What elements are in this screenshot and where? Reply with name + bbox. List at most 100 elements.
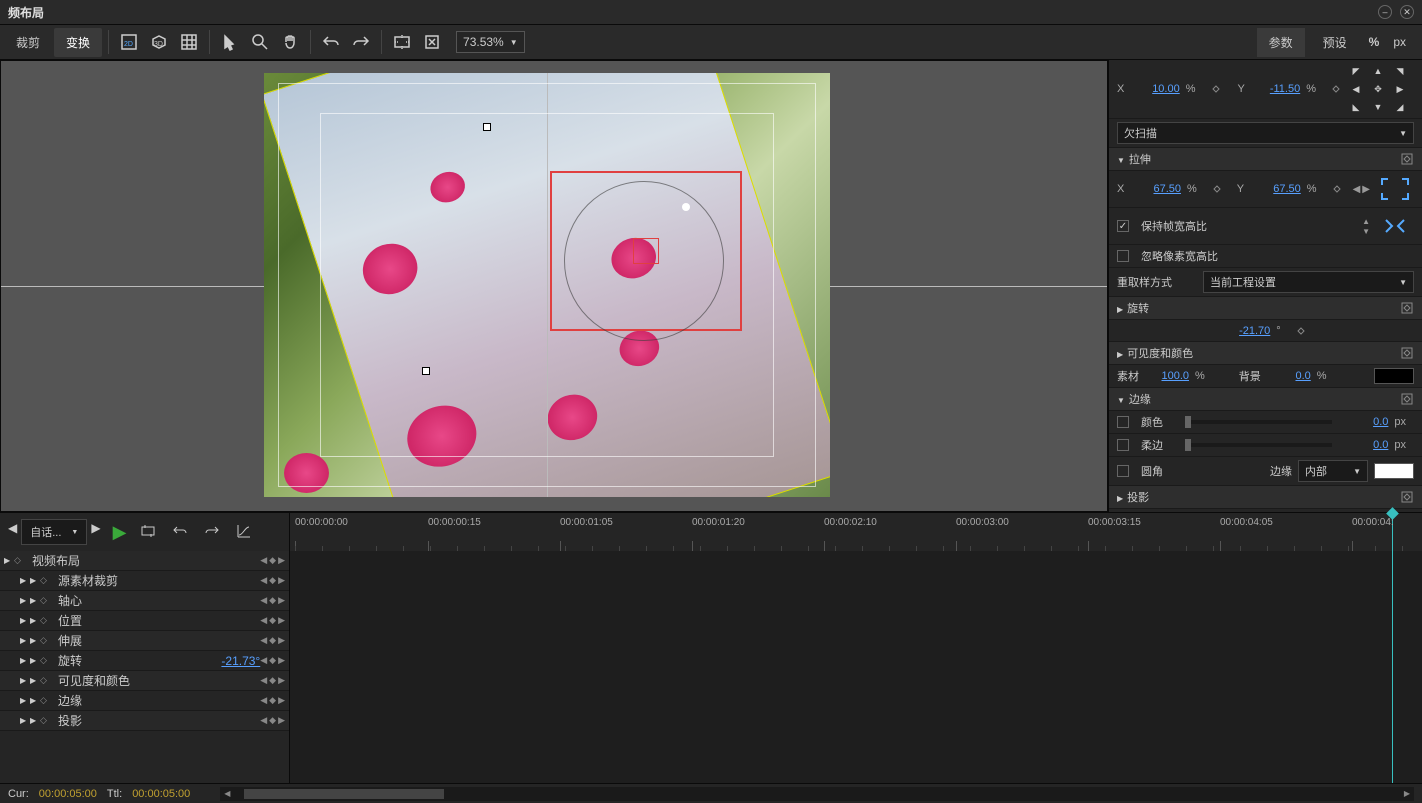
keyframe-icon[interactable]: ◇ [40, 655, 54, 666]
bg-color-swatch[interactable] [1374, 368, 1414, 384]
track-value[interactable]: -21.73° [221, 654, 260, 668]
canvas-viewport[interactable] [0, 60, 1108, 512]
next-key[interactable]: ▶ [278, 575, 285, 586]
edge-color-slider[interactable] [1185, 420, 1332, 424]
nudge-up[interactable]: ▲ [1368, 63, 1388, 79]
safe-zone-button[interactable] [388, 28, 416, 56]
track-row[interactable]: ▶▶◇旋转-21.73°◀◆▶ [0, 651, 289, 671]
y-input[interactable]: -11.50 [1256, 83, 1300, 95]
expand-toggle[interactable]: ▶ [20, 656, 30, 665]
track-row[interactable]: ▶◇视频布局◀◆▶ [0, 551, 289, 571]
stretch-x-input[interactable]: 67.50 [1137, 183, 1181, 195]
keyframe-toggle[interactable] [1400, 346, 1414, 360]
handle[interactable] [483, 123, 491, 131]
expand-toggle[interactable]: ▶ [20, 616, 30, 625]
undo-button[interactable] [317, 28, 345, 56]
tab-params[interactable]: 参数 [1257, 28, 1305, 57]
nudge-left[interactable]: ◀ [1346, 81, 1366, 97]
expand-toggle-2[interactable]: ▶ [30, 636, 40, 645]
canvas[interactable] [264, 73, 830, 497]
mask-button[interactable] [418, 28, 446, 56]
scroll-right[interactable]: ▶ [1400, 789, 1414, 798]
resample-select[interactable]: 当前工程设置▼ [1203, 271, 1414, 293]
keyframe-toggle[interactable] [1400, 152, 1414, 166]
kf-icon[interactable] [1213, 185, 1221, 193]
expand-toggle[interactable]: ▶ [20, 596, 30, 605]
preset-select[interactable]: 自话...▼ [21, 519, 87, 545]
opacity-input[interactable]: 100.0 [1145, 370, 1189, 382]
nudge-center[interactable]: ✥ [1368, 81, 1388, 97]
scan-select[interactable]: 欠扫描▼ [1117, 122, 1414, 144]
keyframe-toggle[interactable] [1400, 490, 1414, 504]
edge-soft-input[interactable]: 0.0 [1344, 439, 1388, 451]
unit-px[interactable]: px [1389, 35, 1410, 49]
redo-tl-button[interactable] [198, 523, 226, 542]
curve-button[interactable] [230, 523, 258, 542]
next-key[interactable]: ▶ [278, 715, 285, 726]
minimize-button[interactable]: – [1378, 5, 1392, 19]
add-key[interactable]: ◆ [269, 575, 276, 586]
nudge-down[interactable]: ▼ [1368, 99, 1388, 115]
keep-ratio-checkbox[interactable] [1117, 220, 1129, 232]
keyframe-toggle[interactable] [1400, 301, 1414, 315]
prev-key[interactable]: ◀ [260, 615, 267, 626]
track-row[interactable]: ▶▶◇边缘◀◆▶ [0, 691, 289, 711]
kf-icon[interactable] [1297, 327, 1305, 335]
handle[interactable] [422, 367, 430, 375]
add-key[interactable]: ◆ [269, 675, 276, 686]
scroll-left[interactable]: ◀ [220, 789, 234, 798]
expand-toggle[interactable]: ▶ [20, 696, 30, 705]
unit-percent[interactable]: % [1365, 35, 1384, 49]
nudge-down-left[interactable]: ◣ [1346, 99, 1366, 115]
track-row[interactable]: ▶▶◇可见度和颜色◀◆▶ [0, 671, 289, 691]
section-stretch[interactable]: ▼拉伸 [1109, 148, 1422, 171]
add-key[interactable]: ◆ [269, 715, 276, 726]
prev-key[interactable]: ◀ [260, 575, 267, 586]
prev-key[interactable]: ◀ [260, 555, 267, 566]
add-key[interactable]: ◆ [269, 695, 276, 706]
edge-soft-slider[interactable] [1185, 443, 1332, 447]
rotate-input[interactable]: -21.70 [1226, 325, 1270, 337]
tab-crop[interactable]: 裁剪 [4, 28, 52, 57]
expand-toggle[interactable]: ▶ [20, 716, 30, 725]
keyframe-icon[interactable]: ◇ [40, 575, 54, 586]
kf-icon[interactable] [1332, 85, 1340, 93]
add-key[interactable]: ◆ [269, 555, 276, 566]
prev-key[interactable]: ◀ [260, 655, 267, 666]
undo-tl-button[interactable] [166, 523, 194, 542]
expand-toggle[interactable]: ▶ [20, 636, 30, 645]
keyframe-toggle[interactable] [1400, 392, 1414, 406]
next-key[interactable]: ▶ [278, 695, 285, 706]
keyframe-icon[interactable]: ◇ [40, 695, 54, 706]
kf-icon[interactable] [1212, 85, 1220, 93]
loop-button[interactable] [134, 523, 162, 542]
next-key[interactable]: ▶ [278, 675, 285, 686]
rotation-handle[interactable] [682, 203, 690, 211]
section-rotate[interactable]: ▶旋转 [1109, 297, 1422, 320]
edge-round-checkbox[interactable] [1117, 465, 1129, 477]
expand-toggle-2[interactable]: ▶ [30, 656, 40, 665]
keyframe-icon[interactable]: ◇ [40, 715, 54, 726]
timeline-ruler[interactable]: 00:00:00:0000:00:00:1500:00:01:0500:00:0… [290, 513, 1422, 551]
reset-nudge[interactable]: ▲▼ [1362, 217, 1370, 236]
add-key[interactable]: ◆ [269, 635, 276, 646]
track-row[interactable]: ▶▶◇伸展◀◆▶ [0, 631, 289, 651]
expand-toggle-2[interactable]: ▶ [30, 616, 40, 625]
rotation-circle[interactable] [564, 181, 724, 341]
edge-color-input[interactable]: 0.0 [1344, 416, 1388, 428]
next-key[interactable]: ▶ [278, 555, 285, 566]
expand-toggle-2[interactable]: ▶ [30, 716, 40, 725]
track-row[interactable]: ▶▶◇轴心◀◆▶ [0, 591, 289, 611]
keyframe-icon[interactable]: ◇ [40, 675, 54, 686]
grid-button[interactable] [175, 28, 203, 56]
track-area[interactable] [290, 551, 1422, 783]
keyframe-icon[interactable]: ◇ [14, 555, 28, 566]
prev-key[interactable]: ◀ [260, 635, 267, 646]
edge-position-select[interactable]: 内部▼ [1298, 460, 1368, 482]
next-key[interactable]: ▶ [278, 635, 285, 646]
section-visibility[interactable]: ▶可见度和颜色 [1109, 342, 1422, 365]
expand-toggle-2[interactable]: ▶ [30, 676, 40, 685]
zoom-tool[interactable] [246, 28, 274, 56]
horizontal-scrollbar[interactable]: ◀ ▶ [220, 787, 1414, 801]
play-button[interactable]: ▶ [109, 522, 131, 543]
